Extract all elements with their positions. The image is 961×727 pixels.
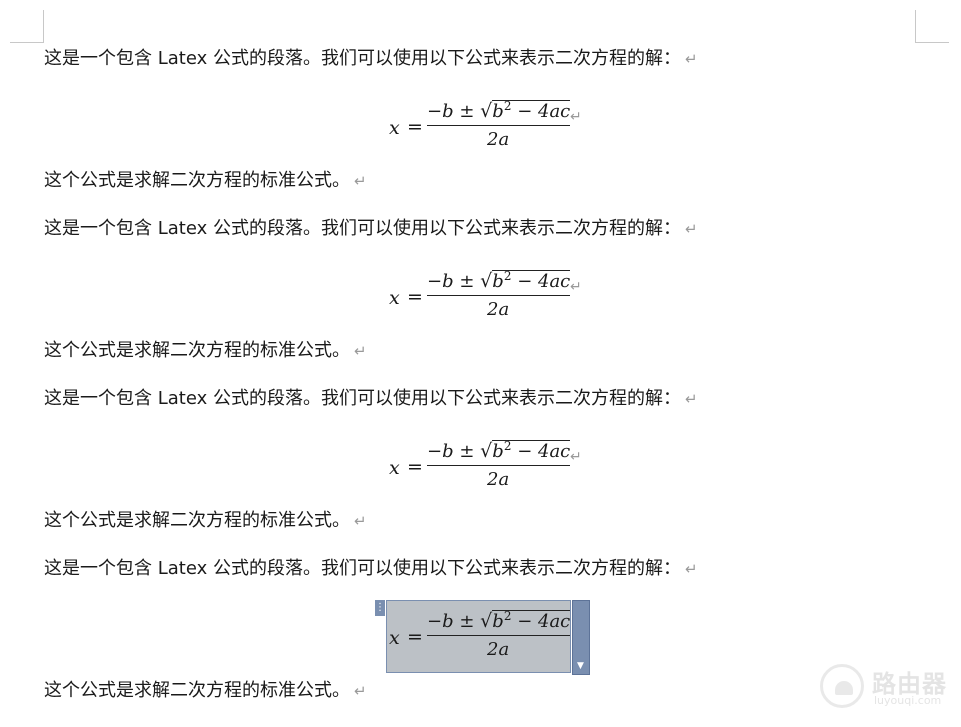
equation-denominator: 2a (487, 299, 510, 320)
watermark-subtext: luyouqi.com (874, 694, 942, 707)
equation-equals: = (407, 456, 423, 478)
paragraph-conclusion[interactable]: 这个公式是求解二次方程的标准公式。 ↵ (44, 510, 367, 532)
document-page: 这是一个包含 Latex 公式的段落。我们可以使用以下公式来表示二次方程的解： ↵… (0, 0, 961, 727)
paragraph-text: 这个公式是求解二次方程的标准公式。 (44, 510, 350, 531)
equation-numerator: −b ± √b2 − 4ac (427, 99, 571, 122)
page-corner-mark-top-right (915, 10, 949, 43)
paragraph-text: 这是一个包含 Latex 公式的段落。我们可以使用以下公式来表示二次方程的解： (44, 558, 681, 579)
fraction-bar (427, 465, 570, 466)
equation[interactable]: x = −b ± √b2 − 4ac 2a ↵ (385, 439, 582, 491)
paragraph-mark-icon: ↵ (354, 512, 367, 530)
paragraph-mark-icon: ↵ (570, 279, 582, 295)
paragraph-mark-icon: ↵ (354, 682, 367, 700)
paragraph-intro[interactable]: 这是一个包含 Latex 公式的段落。我们可以使用以下公式来表示二次方程的解： ↵ (44, 218, 698, 240)
paragraph-text: 这是一个包含 Latex 公式的段落。我们可以使用以下公式来表示二次方程的解： (44, 218, 681, 239)
chevron-down-icon[interactable]: ▼ (577, 661, 584, 671)
paragraph-mark-icon: ↵ (570, 449, 582, 465)
paragraph-conclusion[interactable]: 这个公式是求解二次方程的标准公式。 ↵ (44, 170, 367, 192)
paragraph-mark-icon: ↵ (570, 109, 582, 125)
equation[interactable]: x = −b ± √b2 − 4ac 2a ↵ (385, 99, 582, 151)
fraction-bar (427, 295, 570, 296)
paragraph-mark-icon: ↵ (684, 390, 698, 408)
equation-variable: x (389, 287, 400, 309)
equation-variable: x (389, 457, 400, 479)
equation-denominator: 2a (487, 469, 510, 490)
paragraph-text: 这个公式是求解二次方程的标准公式。 (44, 340, 350, 361)
equation[interactable]: x = −b ± √b2 − 4ac 2a ↵ (385, 269, 582, 321)
fraction-bar (427, 125, 570, 126)
paragraph-mark-icon: ↵ (354, 172, 367, 190)
router-logo-icon (820, 664, 864, 708)
paragraph-mark-icon: ↵ (684, 220, 698, 238)
paragraph-mark-icon: ↵ (684, 50, 698, 68)
paragraph-intro[interactable]: 这是一个包含 Latex 公式的段落。我们可以使用以下公式来表示二次方程的解： ↵ (44, 388, 698, 410)
equation-numerator: −b ± √b2 − 4ac (427, 439, 571, 462)
equation-variable: x (389, 627, 400, 649)
paragraph-intro[interactable]: 这是一个包含 Latex 公式的段落。我们可以使用以下公式来表示二次方程的解： ↵ (44, 558, 698, 580)
equation-selected[interactable]: x = −b ± √b2 − 4ac 2a (385, 609, 575, 661)
paragraph-mark-icon: ↵ (354, 342, 367, 360)
equation-drag-handle[interactable]: ⋮ (375, 600, 385, 616)
equation-denominator: 2a (487, 129, 510, 150)
equation-equals: = (407, 626, 423, 648)
paragraph-text: 这是一个包含 Latex 公式的段落。我们可以使用以下公式来表示二次方程的解： (44, 388, 681, 409)
paragraph-conclusion[interactable]: 这个公式是求解二次方程的标准公式。 ↵ (44, 680, 367, 702)
paragraph-text: 这个公式是求解二次方程的标准公式。 (44, 680, 350, 701)
watermark: 路由器 luyouqi.com (820, 662, 950, 714)
equation-numerator: −b ± √b2 − 4ac (427, 269, 571, 292)
fraction-bar (427, 635, 570, 636)
paragraph-text: 这个公式是求解二次方程的标准公式。 (44, 170, 350, 191)
equation-equals: = (407, 286, 423, 308)
equation-equals: = (407, 116, 423, 138)
paragraph-intro[interactable]: 这是一个包含 Latex 公式的段落。我们可以使用以下公式来表示二次方程的解： ↵ (44, 48, 698, 70)
paragraph-mark-icon: ↵ (684, 560, 698, 578)
equation-numerator: −b ± √b2 − 4ac (427, 609, 571, 632)
equation-variable: x (389, 117, 400, 139)
paragraph-text: 这是一个包含 Latex 公式的段落。我们可以使用以下公式来表示二次方程的解： (44, 48, 681, 69)
paragraph-conclusion[interactable]: 这个公式是求解二次方程的标准公式。 ↵ (44, 340, 367, 362)
page-corner-mark-top-left (10, 10, 44, 43)
equation-denominator: 2a (487, 639, 510, 660)
